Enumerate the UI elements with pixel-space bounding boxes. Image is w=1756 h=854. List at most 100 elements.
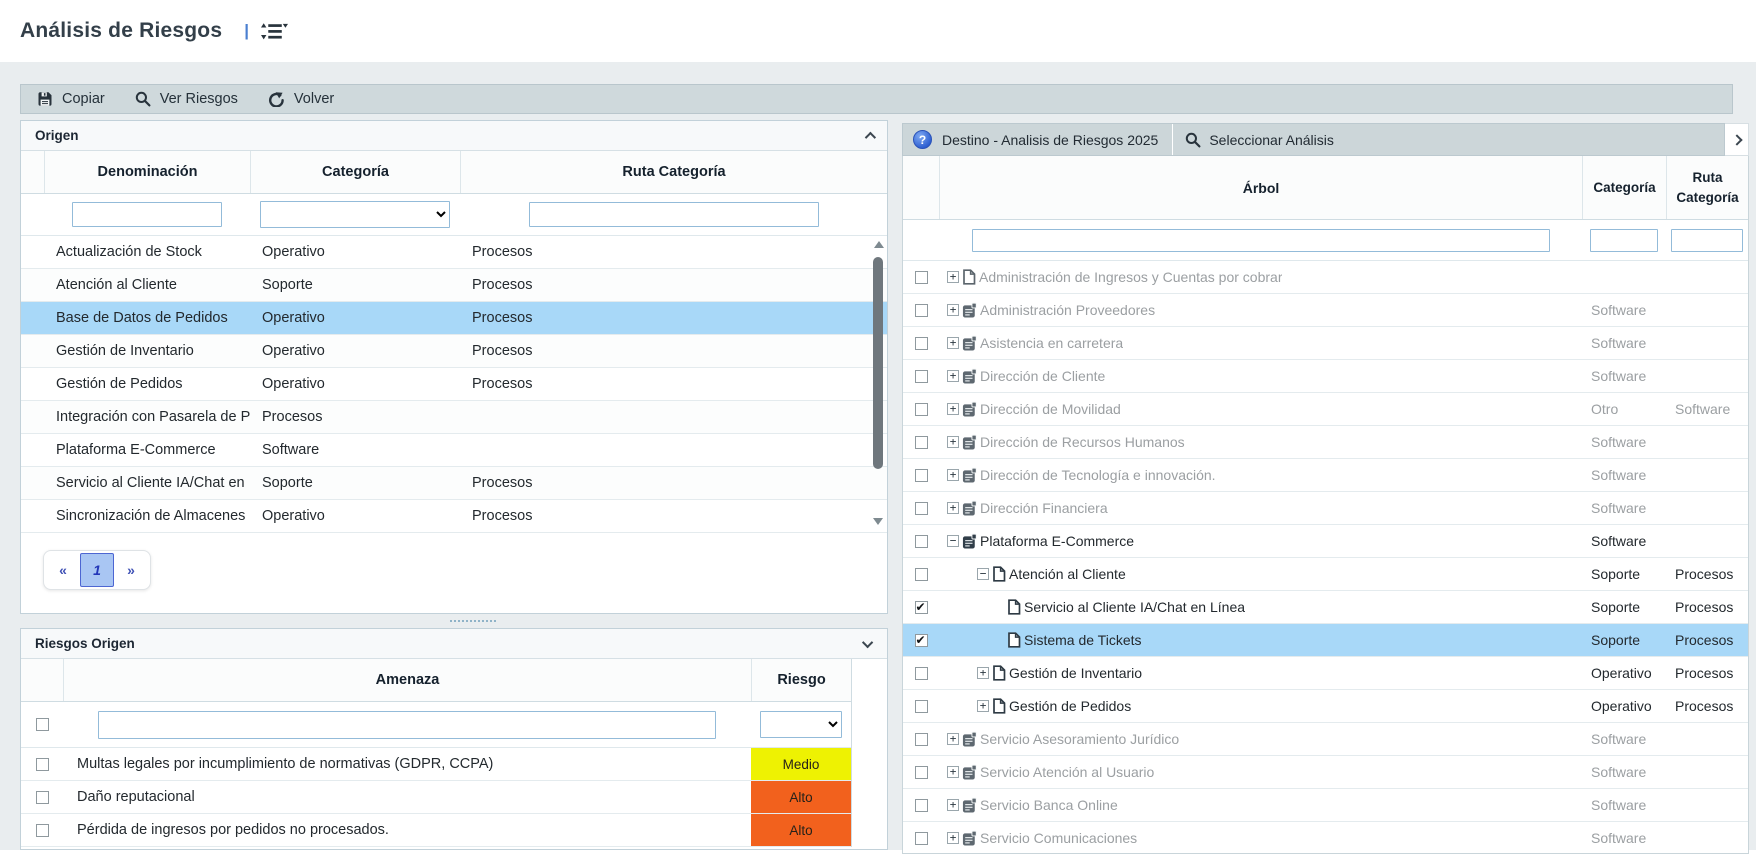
riesgo-row[interactable]: Multas legales por incumplimiento de nor…	[21, 748, 851, 781]
risk-badge: Alto	[751, 781, 851, 813]
row-checkbox-checked[interactable]	[915, 601, 928, 614]
splitter-grip-icon[interactable]	[450, 620, 496, 622]
expand-icon[interactable]	[977, 667, 989, 679]
riesgo-row[interactable]: Pérdida de ingresos por pedidos no proce…	[21, 814, 851, 847]
pagination-prev-button[interactable]: «	[46, 553, 80, 587]
collapse-up-icon[interactable]	[865, 131, 876, 142]
help-icon[interactable]: ?	[913, 130, 932, 149]
row-checkbox[interactable]	[915, 535, 928, 548]
tree-row[interactable]: Plataforma E-Commerce Software	[903, 525, 1748, 558]
pagination-page-1-button[interactable]: 1	[80, 553, 114, 587]
row-checkbox[interactable]	[915, 502, 928, 515]
row-checkbox[interactable]	[915, 667, 928, 680]
tree-row[interactable]: Administración de Ingresos y Cuentas por…	[903, 261, 1748, 294]
row-checkbox[interactable]	[915, 403, 928, 416]
collapse-node-icon[interactable]	[947, 535, 959, 547]
expand-icon[interactable]	[947, 403, 959, 415]
table-row[interactable]: Actualización de StockOperativoProcesos	[21, 236, 887, 269]
expand-icon[interactable]	[947, 370, 959, 382]
expand-icon[interactable]	[977, 700, 989, 712]
tree-row[interactable]: Dirección de Movilidad OtroSoftware	[903, 393, 1748, 426]
tree-row[interactable]: Servicio Atención al Usuario Software	[903, 756, 1748, 789]
table-row[interactable]: Servicio al Cliente IA/Chat enSoportePro…	[21, 467, 887, 500]
row-checkbox[interactable]	[915, 568, 928, 581]
row-checkbox[interactable]	[36, 824, 49, 837]
volver-button[interactable]: Volver	[268, 91, 334, 107]
collapse-down-icon[interactable]	[862, 636, 873, 647]
origen-panel-header: Origen	[21, 121, 887, 151]
expand-icon[interactable]	[947, 436, 959, 448]
expand-icon[interactable]	[947, 766, 959, 778]
ruta-filter-input[interactable]	[1671, 229, 1743, 252]
destino-title: Destino - Analisis de Riesgos 2025	[942, 132, 1158, 148]
row-checkbox-checked[interactable]	[915, 634, 928, 647]
expand-icon[interactable]	[947, 271, 959, 283]
tree-row[interactable]: Gestión de Pedidos OperativoProcesos	[903, 690, 1748, 723]
expand-icon[interactable]	[947, 733, 959, 745]
select-all-checkbox[interactable]	[36, 718, 49, 731]
scroll-up-icon[interactable]	[874, 241, 884, 248]
tree-row[interactable]: Servicio Asesoramiento Jurídico Software	[903, 723, 1748, 756]
tree-row[interactable]: Atención al Cliente SoporteProcesos	[903, 558, 1748, 591]
row-checkbox[interactable]	[915, 469, 928, 482]
table-row[interactable]: Atención al ClienteSoporteProcesos	[21, 269, 887, 302]
panel-splitter[interactable]	[20, 614, 888, 628]
categoria-filter-input[interactable]	[1590, 229, 1658, 252]
row-checkbox[interactable]	[915, 304, 928, 317]
scroll-down-icon[interactable]	[873, 518, 883, 525]
denominacion-filter-input[interactable]	[72, 202, 222, 227]
tree-row[interactable]: Administración Proveedores Software	[903, 294, 1748, 327]
tree-row[interactable]: Servicio al Cliente IA/Chat en Línea Sop…	[903, 591, 1748, 624]
arbol-filter-input[interactable]	[972, 229, 1550, 252]
row-checkbox[interactable]	[36, 758, 49, 771]
expand-panel-button[interactable]	[1725, 123, 1749, 156]
expand-icon[interactable]	[947, 304, 959, 316]
vertical-scrollbar[interactable]	[872, 239, 885, 529]
tree-row[interactable]: Dirección de Tecnología e innovación. So…	[903, 459, 1748, 492]
table-row[interactable]: Sincronización de AlmacenesOperativoProc…	[21, 500, 887, 533]
collapse-node-icon[interactable]	[977, 568, 989, 580]
row-checkbox[interactable]	[915, 271, 928, 284]
pagination-next-button[interactable]: »	[114, 553, 148, 587]
tree-row[interactable]: Servicio Banca Online Software	[903, 789, 1748, 822]
risk-badge: Medio	[751, 748, 851, 780]
table-row[interactable]: Integración con Pasarela de PProcesos	[21, 401, 887, 434]
seleccionar-analisis-button[interactable]: Seleccionar Análisis	[1209, 132, 1334, 148]
tree-row[interactable]: Gestión de Inventario OperativoProcesos	[903, 657, 1748, 690]
table-row[interactable]: Gestión de InventarioOperativoProcesos	[21, 335, 887, 368]
tree-row[interactable]: Asistencia en carretera Software	[903, 327, 1748, 360]
expand-icon[interactable]	[947, 799, 959, 811]
row-checkbox[interactable]	[915, 337, 928, 350]
row-checkbox[interactable]	[915, 832, 928, 845]
expand-icon[interactable]	[947, 502, 959, 514]
tree-row[interactable]: Dirección de Cliente Software	[903, 360, 1748, 393]
riesgo-filter-select[interactable]	[760, 711, 842, 738]
amenaza-filter-input[interactable]	[98, 711, 716, 739]
table-row-selected[interactable]: Base de Datos de PedidosOperativoProceso…	[21, 302, 887, 335]
table-row[interactable]: Plataforma E-CommerceSoftware	[21, 434, 887, 467]
expand-icon[interactable]	[947, 337, 959, 349]
tree-row[interactable]: Servicio Comunicaciones Software	[903, 822, 1748, 854]
row-checkbox[interactable]	[915, 766, 928, 779]
tree-row-selected[interactable]: Sistema de Tickets SoporteProcesos	[903, 624, 1748, 657]
expand-icon[interactable]	[947, 832, 959, 844]
row-checkbox[interactable]	[915, 733, 928, 746]
tree-row[interactable]: Dirección Financiera Software	[903, 492, 1748, 525]
expand-icon[interactable]	[947, 469, 959, 481]
categoria-filter-select[interactable]	[260, 201, 450, 228]
row-checkbox[interactable]	[915, 370, 928, 383]
page-header: Análisis de Riesgos |	[0, 0, 1756, 62]
row-checkbox[interactable]	[36, 791, 49, 804]
row-checkbox[interactable]	[915, 700, 928, 713]
view-options-menu-icon[interactable]	[261, 21, 288, 42]
row-checkbox[interactable]	[915, 799, 928, 812]
row-checkbox[interactable]	[915, 436, 928, 449]
table-row[interactable]: Gestión de PedidosOperativoProcesos	[21, 368, 887, 401]
riesgo-row[interactable]: Daño reputacional Alto	[21, 781, 851, 814]
tree-row[interactable]: Dirección de Recursos Humanos Software	[903, 426, 1748, 459]
scrollbar-thumb[interactable]	[873, 257, 883, 469]
ver-riesgos-button[interactable]: Ver Riesgos	[135, 91, 238, 107]
system-icon	[962, 434, 977, 451]
ruta-filter-input[interactable]	[529, 202, 819, 227]
copiar-button[interactable]: Copiar	[37, 91, 105, 107]
